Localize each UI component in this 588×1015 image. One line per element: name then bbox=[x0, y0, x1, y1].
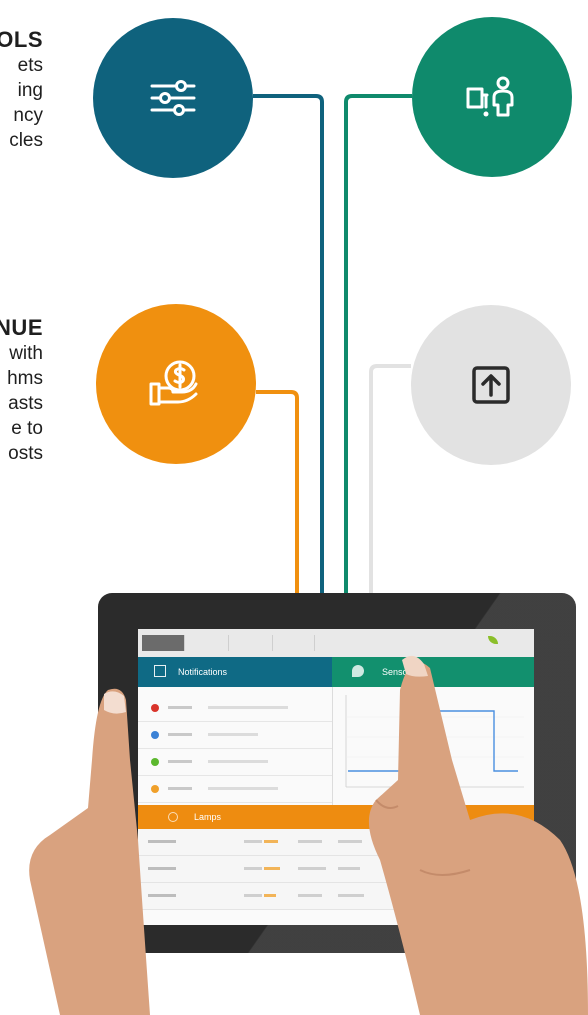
right-hand bbox=[368, 662, 588, 1015]
left-hand bbox=[29, 688, 151, 1015]
hands-illustration bbox=[29, 655, 588, 1015]
right-fingernail bbox=[402, 655, 428, 677]
